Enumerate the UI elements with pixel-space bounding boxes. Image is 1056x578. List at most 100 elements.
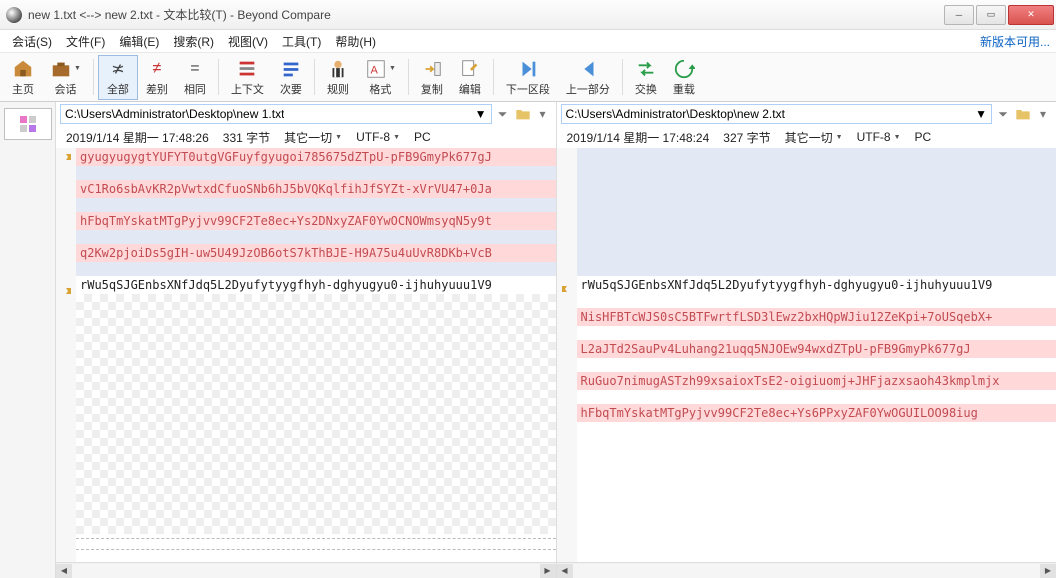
rules-button[interactable]: 规则 xyxy=(319,56,357,99)
gap-line xyxy=(577,148,1056,166)
session-tab[interactable] xyxy=(4,108,52,140)
gap-line xyxy=(76,262,556,276)
left-history-button[interactable]: ⏷ xyxy=(494,105,512,123)
scroll-left-button[interactable]: ◀ xyxy=(56,564,72,578)
left-other[interactable]: 其它一切 xyxy=(284,129,332,146)
equal-icon: = xyxy=(184,58,206,80)
minor-label: 次要 xyxy=(280,81,302,97)
diff-line[interactable]: hFbqTmYskatMTgPyjvv99CF2Te8ec+Ys6PPxyZAF… xyxy=(577,404,1056,422)
home-icon xyxy=(12,58,34,80)
right-other[interactable]: 其它一切 xyxy=(785,129,833,146)
left-empty-area xyxy=(76,294,556,534)
format-icon: A xyxy=(365,58,387,80)
diff-line[interactable]: hFbqTmYskatMTgPyjvv99CF2Te8ec+Ys2DNxyZAF… xyxy=(76,212,556,230)
right-history-button[interactable]: ⏷ xyxy=(994,105,1012,123)
maximize-button[interactable]: ▭ xyxy=(976,5,1006,25)
diff-line[interactable]: RuGuo7nimugASTzh99xsaioxTsE2-oigiuomj+JH… xyxy=(577,372,1056,390)
home-button[interactable]: 主页 xyxy=(4,56,42,99)
gap-line xyxy=(577,198,1056,212)
left-datetime: 2019/1/14 星期一 17:48:26 xyxy=(66,129,209,146)
right-hscrollbar[interactable]: ◀ ▶ xyxy=(557,562,1056,578)
format-button[interactable]: A▼ 格式 xyxy=(357,56,404,99)
left-path-input[interactable]: C:\Users\Administrator\Desktop\new 1.txt… xyxy=(60,104,492,124)
session-button[interactable]: ▼ 会话 xyxy=(42,56,89,99)
left-gutter xyxy=(56,148,76,562)
minor-icon xyxy=(280,58,302,80)
diff-line[interactable]: vC1Ro6sbAvKR2pVwtxdCfuoSNb6hJ5bVQKqlfihJ… xyxy=(76,180,556,198)
titlebar: new 1.txt <--> new 2.txt - 文本比较(T) - Bey… xyxy=(0,0,1056,30)
diff-line[interactable]: NisHFBTcWJS0sC5BTFwrtfLSD3lEwz2bxHQpWJiu… xyxy=(577,308,1056,326)
workspace: C:\Users\Administrator\Desktop\new 1.txt… xyxy=(0,102,1056,578)
left-encoding[interactable]: UTF-8 xyxy=(356,130,390,144)
context-label: 上下文 xyxy=(231,81,264,97)
reload-icon xyxy=(673,58,695,80)
format-label: 格式 xyxy=(369,81,391,97)
prev-part-button[interactable]: 上一部分 xyxy=(558,56,618,99)
swap-label: 交换 xyxy=(635,81,657,97)
right-path-input[interactable]: C:\Users\Administrator\Desktop\new 2.txt… xyxy=(561,104,993,124)
chevron-down-icon[interactable]: ▼ xyxy=(475,107,487,121)
next-section-label: 下一区段 xyxy=(506,81,550,97)
copy-icon xyxy=(421,58,443,80)
right-open-button[interactable] xyxy=(1014,105,1032,123)
menu-search[interactable]: 搜索(R) xyxy=(167,31,220,52)
diff-line[interactable]: q2Kw2pjoiDs5gIH-uw5U49JzOB6otS7kThBJE-H9… xyxy=(76,244,556,262)
right-dropdown-button[interactable]: ▾ xyxy=(1034,105,1052,123)
left-open-button[interactable] xyxy=(514,105,532,123)
menu-edit[interactable]: 编辑(E) xyxy=(113,31,165,52)
minor-button[interactable]: 次要 xyxy=(272,56,310,99)
next-section-button[interactable]: 下一区段 xyxy=(498,56,558,99)
left-eof-marker xyxy=(76,538,556,550)
left-path-text: C:\Users\Administrator\Desktop\new 1.txt xyxy=(65,107,284,121)
reload-label: 重载 xyxy=(673,81,695,97)
same-button[interactable]: = 相同 xyxy=(176,56,214,99)
prev-part-icon xyxy=(577,58,599,80)
scroll-right-button[interactable]: ▶ xyxy=(1040,564,1056,578)
left-content[interactable]: gyugyugygtYUFYT0utgVGFuyfgyugoi785675dZT… xyxy=(56,148,556,562)
edit-button[interactable]: 编辑 xyxy=(451,56,489,99)
right-content[interactable]: rWu5qSJGEnbsXNfJdq5L2Dyufytyygfhyh-dghyu… xyxy=(557,148,1056,562)
left-dropdown-button[interactable]: ▾ xyxy=(534,105,552,123)
app-icon xyxy=(6,7,22,23)
right-lines: rWu5qSJGEnbsXNfJdq5L2Dyufytyygfhyh-dghyu… xyxy=(577,148,1056,562)
left-hscrollbar[interactable]: ◀ ▶ xyxy=(56,562,556,578)
gap-line xyxy=(577,358,1056,372)
context-button[interactable]: 上下文 xyxy=(223,56,272,99)
copy-label: 复制 xyxy=(421,81,443,97)
minimize-button[interactable]: ─ xyxy=(944,5,974,25)
reload-button[interactable]: 重载 xyxy=(665,56,703,99)
diff-arrow-icon xyxy=(59,284,73,298)
right-size: 327 字节 xyxy=(723,129,770,146)
diff-line[interactable]: L2aJTd2SauPv4Luhang21uqq5NJOEw94wxdZTpU-… xyxy=(577,340,1056,358)
right-gutter xyxy=(557,148,577,562)
diff-line[interactable]: gyugyugygtYUFYT0utgVGFuyfgyugoi785675dZT… xyxy=(76,148,556,166)
same-label: 相同 xyxy=(184,81,206,97)
same-line[interactable]: rWu5qSJGEnbsXNfJdq5L2Dyufytyygfhyh-dghyu… xyxy=(76,276,556,294)
menu-file[interactable]: 文件(F) xyxy=(60,31,111,52)
diff-arrow-icon xyxy=(59,150,73,164)
same-line[interactable]: rWu5qSJGEnbsXNfJdq5L2Dyufytyygfhyh-dghyu… xyxy=(577,276,1056,294)
swap-button[interactable]: 交换 xyxy=(627,56,665,99)
all-button[interactable]: ≭ 全部 xyxy=(98,55,138,100)
left-pathbar: C:\Users\Administrator\Desktop\new 1.txt… xyxy=(56,102,556,126)
window-title: new 1.txt <--> new 2.txt - 文本比较(T) - Bey… xyxy=(28,6,942,23)
close-button[interactable]: ✕ xyxy=(1008,5,1054,25)
gap-line xyxy=(577,166,1056,180)
svg-text:A: A xyxy=(370,64,378,76)
right-encoding[interactable]: UTF-8 xyxy=(857,130,891,144)
menu-help[interactable]: 帮助(H) xyxy=(329,31,382,52)
not-equal-icon: ≭ xyxy=(107,58,129,80)
scroll-right-button[interactable]: ▶ xyxy=(540,564,556,578)
diff-button[interactable]: ≠ 差别 xyxy=(138,56,176,99)
context-icon xyxy=(236,58,258,80)
all-label: 全部 xyxy=(107,81,129,97)
swap-icon xyxy=(635,58,657,80)
menu-session[interactable]: 会话(S) xyxy=(6,31,58,52)
diff-arrow-icon xyxy=(560,282,574,296)
menu-tools[interactable]: 工具(T) xyxy=(276,31,327,52)
chevron-down-icon[interactable]: ▼ xyxy=(975,107,987,121)
copy-button[interactable]: 复制 xyxy=(413,56,451,99)
scroll-left-button[interactable]: ◀ xyxy=(557,564,573,578)
menu-view[interactable]: 视图(V) xyxy=(222,31,274,52)
new-version-link[interactable]: 新版本可用... xyxy=(980,33,1050,50)
